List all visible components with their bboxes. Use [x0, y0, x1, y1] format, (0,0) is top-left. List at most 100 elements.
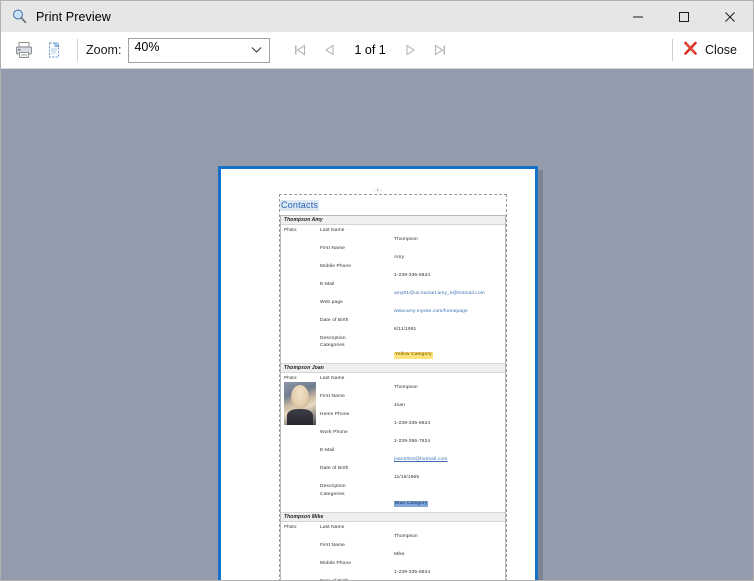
- field-label: Mobile Phone: [320, 264, 352, 269]
- photo-label: Photo:: [284, 375, 298, 381]
- window-title: Print Preview: [36, 9, 111, 24]
- field-label: Description: [320, 336, 346, 341]
- photo-label: Photo:: [284, 227, 298, 232]
- last-page-button[interactable]: [426, 36, 454, 64]
- page-setup-button[interactable]: [39, 35, 69, 65]
- field-label: Categories: [320, 343, 345, 349]
- field-value: Joan: [394, 403, 406, 409]
- field-value: 6/11/1991: [394, 327, 417, 332]
- field-label: First Name: [320, 246, 345, 251]
- field-value-cell: Yellow Category: [394, 342, 502, 360]
- field-value-cell: Amy: [394, 245, 502, 263]
- contact-row: Photo: Last Name Thompson First Name Amy Mobi…: [281, 225, 505, 365]
- last-page-icon: [434, 44, 445, 56]
- page-inner: - 1 - Contacts Thompson Amy Photo: Last Na…: [221, 169, 535, 580]
- close-preview-button[interactable]: Close: [683, 41, 745, 59]
- preview-toolbar: Zoom: 40% 1 of 1 Close: [1, 32, 753, 69]
- photo-label: Photo:: [284, 523, 298, 529]
- close-window-button[interactable]: [707, 1, 753, 32]
- close-group: Close: [672, 32, 745, 68]
- document-title: Contacts: [280, 200, 320, 211]
- close-icon: [725, 11, 735, 22]
- chevron-down-icon: [251, 41, 262, 59]
- field-value-cell: 1-239-335-6824: [394, 411, 502, 429]
- contact-group-header: Thompson Amy: [281, 216, 505, 225]
- field-value-cell: 1-239-366-7824: [394, 429, 502, 447]
- field-value: Thompson: [394, 533, 418, 539]
- print-preview-window: Print Preview Zoom: 40% 1 of 1 Close - 1…: [0, 0, 754, 581]
- field-value-cell: [394, 483, 502, 490]
- contact-fields: Last Name Thompson First Name Joan Home Phon…: [320, 375, 502, 508]
- field-value: Thompson: [394, 237, 418, 242]
- window-controls: [615, 1, 753, 32]
- field-label: E-Mail: [320, 448, 335, 454]
- contacts-table: Thompson Amy Photo: Last Name Thompson First…: [280, 215, 506, 580]
- field-value-cell: 6/24/1994: [394, 578, 502, 580]
- field-value-link[interactable]: joan2004@hotmail.com: [394, 457, 447, 462]
- field-value: Yellow Category: [394, 352, 433, 359]
- close-button-label: Close: [705, 43, 737, 57]
- field-value-link[interactable]: amy01@us.sunset.amy_s@hotmail.com: [394, 291, 485, 296]
- field-value: 11/16/1965: [394, 475, 420, 481]
- field-value: Mike: [394, 551, 405, 557]
- field-value: Amy: [394, 255, 405, 260]
- field-label: First Name: [320, 394, 345, 400]
- contact-group-header: Thompson Mike: [281, 512, 505, 522]
- field-value-cell: joan2004@hotmail.com: [394, 447, 502, 465]
- field-label: First Name: [320, 542, 345, 548]
- field-value-cell: www.amy.mysite.com/homepage: [394, 299, 502, 317]
- field-value-cell: 1-239-335-6824: [394, 263, 502, 281]
- field-value-cell: Thompson: [394, 227, 502, 245]
- field-label: Last Name: [320, 376, 345, 382]
- title-bar: Print Preview: [1, 1, 753, 32]
- first-page-button[interactable]: [286, 36, 314, 64]
- printer-icon: [16, 42, 32, 58]
- page-marker: - 1 -: [373, 187, 383, 192]
- next-page-icon: [406, 44, 415, 56]
- minimize-button[interactable]: [615, 1, 661, 32]
- field-value: 1-239-335-6824: [394, 569, 431, 575]
- preview-canvas[interactable]: - 1 - Contacts Thompson Amy Photo: Last Na…: [1, 69, 753, 580]
- field-value-cell: 6/11/1991: [394, 317, 502, 335]
- field-label: Work Phone: [320, 430, 348, 436]
- photo-column: Photo:: [284, 227, 320, 360]
- page-indicator: 1 of 1: [354, 43, 386, 57]
- maximize-button[interactable]: [661, 1, 707, 32]
- previous-page-button[interactable]: [316, 36, 344, 64]
- page-navigation: 1 of 1: [286, 36, 453, 64]
- preview-page[interactable]: - 1 - Contacts Thompson Amy Photo: Last Na…: [218, 166, 538, 580]
- field-value: Blue Category: [394, 500, 429, 508]
- contact-row: Photo: Last Name Thompson First Name Joan Hom…: [281, 373, 505, 513]
- field-label: Last Name: [320, 524, 345, 530]
- field-label: Categories: [320, 491, 345, 497]
- field-value-cell: Thompson: [394, 524, 502, 542]
- field-label: E-Mail: [320, 282, 335, 287]
- field-label: Mobile Phone: [320, 560, 352, 566]
- field-value-cell: 11/16/1965: [394, 465, 502, 483]
- minimize-icon: [633, 16, 643, 17]
- field-value: 1-239-366-7824: [394, 439, 431, 445]
- field-label: Web page: [320, 300, 343, 305]
- photo-column: Photo:: [284, 375, 320, 508]
- field-label: Date of Birth: [320, 466, 349, 472]
- contact-row: Photo: Last Name Thompson First Name Mike Mob…: [281, 522, 505, 580]
- field-value-cell: Joan: [394, 393, 502, 411]
- field-label: Date of Birth: [320, 318, 349, 323]
- contact-fields: Last Name Thompson First Name Amy Mobile Pho…: [320, 227, 502, 360]
- print-button[interactable]: [9, 35, 39, 65]
- field-value-cell: Blue Category: [394, 491, 502, 509]
- maximize-icon: [679, 11, 689, 22]
- zoom-label: Zoom:: [86, 43, 122, 57]
- document-body: Contacts Thompson Amy Photo: Last Name Thom…: [280, 195, 506, 580]
- photo-column: Photo:: [284, 524, 320, 580]
- field-value-link[interactable]: www.amy.mysite.com/homepage: [394, 309, 468, 314]
- zoom-select[interactable]: 40%: [128, 37, 271, 63]
- toolbar-separator-2: [672, 39, 674, 61]
- field-value: 1-239-335-6824: [394, 273, 431, 278]
- field-label: Date of Birth: [320, 578, 394, 580]
- field-value-cell: 1-239-335-6824: [394, 560, 502, 578]
- field-value-cell: Mike: [394, 542, 502, 560]
- field-value-cell: Thompson: [394, 375, 502, 393]
- field-value: Thompson: [394, 385, 418, 391]
- next-page-button[interactable]: [396, 36, 424, 64]
